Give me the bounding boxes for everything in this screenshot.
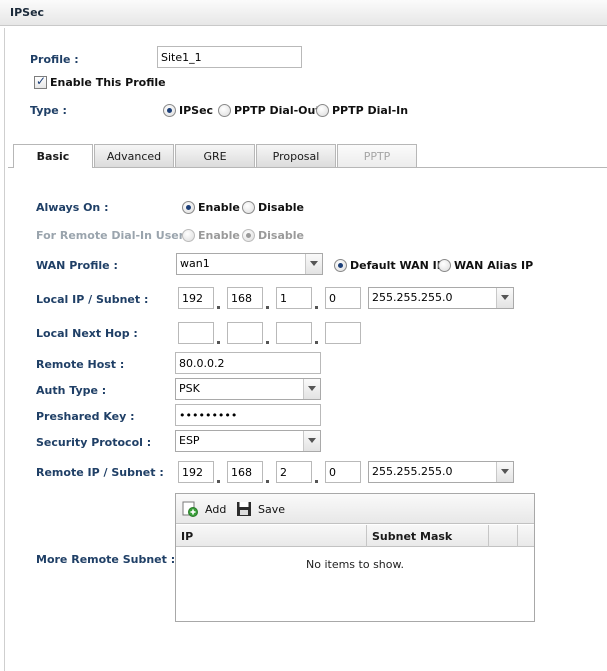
type-pptp-dialout-radio[interactable] <box>218 104 231 117</box>
local-ip-octet-2[interactable]: 168 <box>227 287 263 309</box>
remote-ip-octet-4[interactable]: 0 <box>325 461 361 483</box>
remote-subnet-grid: Add Save IP Subnet Mask No items to show… <box>175 493 535 622</box>
tab-proposal[interactable]: Proposal <box>256 144 336 167</box>
remote-dialin-disable-label: Disable <box>258 229 304 242</box>
add-icon <box>182 501 198 517</box>
preshared-key-label: Preshared Key : <box>36 410 135 423</box>
type-pptp-dialout-label: PPTP Dial-Out <box>234 104 321 117</box>
always-on-label: Always On : <box>36 201 109 214</box>
type-label: Type : <box>30 104 67 117</box>
always-on-disable-label: Disable <box>258 201 304 214</box>
remote-ip-octet-1[interactable]: 192 <box>178 461 214 483</box>
grid-header: IP Subnet Mask <box>176 525 534 547</box>
tab-advanced[interactable]: Advanced <box>94 144 174 167</box>
auth-type-label: Auth Type : <box>36 384 107 397</box>
enable-profile-checkbox[interactable]: ✓ <box>34 74 47 89</box>
grid-toolbar: Add Save <box>176 494 534 524</box>
remote-subnet-mask-value: 255.255.255.0 <box>372 465 453 478</box>
next-hop-octet-2[interactable] <box>227 322 263 344</box>
remote-dialin-enable-radio[interactable] <box>182 229 195 242</box>
tab-pptp[interactable]: PPTP <box>337 144 417 167</box>
wan-alias-ip-radio[interactable] <box>438 259 451 272</box>
wan-profile-select[interactable]: wan1 <box>176 253 323 275</box>
always-on-enable-radio[interactable] <box>182 201 195 214</box>
column-header-subnet-mask[interactable]: Subnet Mask <box>372 530 452 543</box>
save-button-label: Save <box>258 503 286 516</box>
security-protocol-value: ESP <box>179 434 200 447</box>
default-wan-ip-radio[interactable] <box>334 259 347 272</box>
local-ip-octet-3[interactable]: 1 <box>276 287 312 309</box>
default-wan-ip-label: Default WAN IP <box>350 259 445 272</box>
preshared-key-input[interactable]: ••••••••• <box>175 404 321 426</box>
auth-type-value: PSK <box>179 382 200 395</box>
type-ipsec-label: IPSec <box>179 104 214 117</box>
chevron-down-icon <box>496 462 513 482</box>
local-subnet-mask-value: 255.255.255.0 <box>372 291 453 304</box>
wan-profile-label: WAN Profile : <box>36 259 118 272</box>
chevron-down-icon <box>496 288 513 308</box>
more-remote-subnet-label: More Remote Subnet : <box>36 553 176 566</box>
chevron-down-icon <box>303 431 320 451</box>
grid-empty-message: No items to show. <box>306 558 404 571</box>
type-ipsec-radio[interactable] <box>163 104 176 117</box>
remote-dialin-disable-radio[interactable] <box>242 229 255 242</box>
wan-profile-value: wan1 <box>180 257 210 270</box>
remote-dialin-label: For Remote Dial-In User : <box>36 229 193 242</box>
tab-basic[interactable]: Basic <box>13 144 93 168</box>
remote-ip-octet-2[interactable]: 168 <box>227 461 263 483</box>
profile-label: Profile : <box>30 53 79 66</box>
security-protocol-label: Security Protocol : <box>36 436 152 449</box>
add-button[interactable]: Add <box>182 500 242 518</box>
remote-host-input[interactable]: 80.0.0.2 <box>175 352 321 374</box>
save-icon <box>237 502 251 516</box>
next-hop-octet-1[interactable] <box>178 322 214 344</box>
wan-alias-ip-label: WAN Alias IP <box>454 259 534 272</box>
tab-gre[interactable]: GRE <box>175 144 255 167</box>
local-ip-label: Local IP / Subnet : <box>36 293 149 306</box>
remote-host-label: Remote Host : <box>36 358 125 371</box>
checkmark-icon: ✓ <box>36 74 47 88</box>
add-button-label: Add <box>205 503 227 516</box>
auth-type-select[interactable]: PSK <box>175 378 321 400</box>
remote-dialin-enable-label: Enable <box>198 229 240 242</box>
save-button[interactable]: Save <box>236 500 296 518</box>
enable-profile-label: Enable This Profile <box>50 76 166 89</box>
next-hop-octet-4[interactable] <box>325 322 361 344</box>
chevron-down-icon <box>303 379 320 399</box>
always-on-disable-radio[interactable] <box>242 201 255 214</box>
security-protocol-select[interactable]: ESP <box>175 430 321 452</box>
local-ip-octet-1[interactable]: 192 <box>178 287 214 309</box>
local-next-hop-label: Local Next Hop : <box>36 327 138 340</box>
remote-ip-label: Remote IP / Subnet : <box>36 466 164 479</box>
column-header-ip[interactable]: IP <box>181 530 193 543</box>
always-on-enable-label: Enable <box>198 201 240 214</box>
local-ip-octet-4[interactable]: 0 <box>325 287 361 309</box>
window-title: IPSec <box>10 6 45 19</box>
next-hop-octet-3[interactable] <box>276 322 312 344</box>
type-pptp-dialin-radio[interactable] <box>316 104 329 117</box>
remote-subnet-mask-select[interactable]: 255.255.255.0 <box>368 461 514 483</box>
type-pptp-dialin-label: PPTP Dial-In <box>332 104 409 117</box>
profile-input[interactable]: Site1_1 <box>157 46 302 68</box>
chevron-down-icon <box>305 254 322 274</box>
remote-ip-octet-3[interactable]: 2 <box>276 461 312 483</box>
local-subnet-mask-select[interactable]: 255.255.255.0 <box>368 287 514 309</box>
window-titlebar: IPSec <box>0 0 607 26</box>
